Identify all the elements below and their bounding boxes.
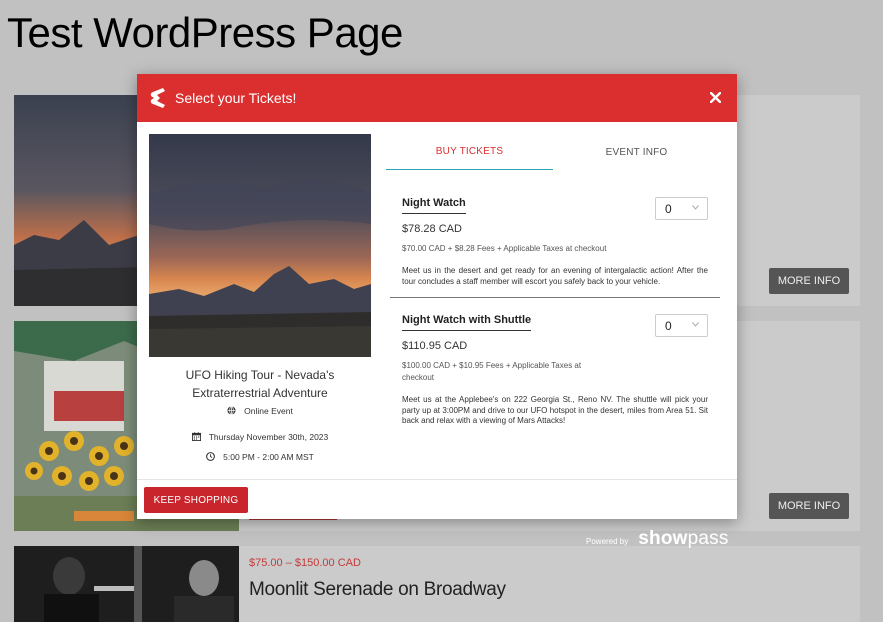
tab-event-info[interactable]: EVENT INFO <box>553 134 720 170</box>
ticket-fees: $100.00 CAD + $10.95 Fees + Applicable T… <box>402 361 582 382</box>
showpass-wordmark: showpass <box>638 528 728 550</box>
brand-thin: pass <box>687 528 729 549</box>
powered-by-showpass: Powered by showpass <box>586 528 729 550</box>
more-info-button[interactable]: MORE INFO <box>769 268 849 294</box>
ticket-name: Night Watch with Shuttle <box>402 314 532 331</box>
modal-header: Select your Tickets! <box>137 74 737 122</box>
ticket-modal: Select your Tickets! UFO Hiking Tour - N… <box>137 74 737 519</box>
more-info-button[interactable]: MORE INFO <box>769 493 849 519</box>
powered-by-label: Powered by <box>586 537 629 546</box>
ticket-fees: $70.00 CAD + $8.28 Fees + Applicable Tax… <box>402 244 607 253</box>
event-date-label: Thursday November 30th, 2023 <box>208 432 329 442</box>
calendar-icon <box>191 432 202 442</box>
brand-bold: show <box>638 528 688 549</box>
event-summary: UFO Hiking Tour - Nevada's Extraterrestr… <box>149 134 371 462</box>
event-time: 5:00 PM - 2:00 AM MST <box>149 452 371 462</box>
event-thumbnail[interactable] <box>14 546 239 622</box>
ticket-list: Night Watch $78.28 CAD $70.00 CAD + $8.2… <box>390 181 720 479</box>
event-location: Online Event <box>149 406 371 416</box>
event-time-label: 5:00 PM - 2:00 AM MST <box>223 452 314 462</box>
keep-shopping-button[interactable]: KEEP SHOPPING <box>144 487 248 513</box>
close-icon[interactable] <box>706 88 724 106</box>
event-date: Thursday November 30th, 2023 <box>149 432 371 442</box>
chevron-down-icon <box>692 203 699 212</box>
ticket-description: Meet us at the Applebee's on 222 Georgia… <box>402 395 708 425</box>
modal-title: Select your Tickets! <box>175 90 297 106</box>
event-name: UFO Hiking Tour - Nevada's Extraterrestr… <box>185 368 335 400</box>
quantity-value: 0 <box>665 318 672 333</box>
showpass-logo-icon <box>150 88 165 108</box>
ticket-item: Night Watch with Shuttle $110.95 CAD $10… <box>390 297 720 437</box>
modal-footer: KEEP SHOPPING <box>137 479 737 519</box>
tab-buy-tickets[interactable]: BUY TICKETS <box>386 134 553 170</box>
modal-tabs: BUY TICKETS EVENT INFO <box>386 134 720 170</box>
ticket-name: Night Watch <box>402 197 466 214</box>
globe-icon <box>227 406 237 416</box>
ticket-price: $78.28 CAD <box>402 223 462 235</box>
page-title: Test WordPress Page <box>7 9 403 56</box>
ticket-description: Meet us in the desert and get ready for … <box>402 266 708 286</box>
event-image <box>149 134 371 357</box>
event-title[interactable]: Moonlit Serenade on Broadway <box>249 579 506 601</box>
price-range: $75.00 – $150.00 CAD <box>249 557 361 569</box>
quantity-select[interactable]: 0 <box>655 314 708 337</box>
event-card: $75.00 – $150.00 CAD Moonlit Serenade on… <box>14 546 860 622</box>
ticket-item: Night Watch $78.28 CAD $70.00 CAD + $8.2… <box>390 181 720 297</box>
ticket-price: $110.95 CAD <box>402 340 468 352</box>
event-location-label: Online Event <box>244 406 293 416</box>
quantity-value: 0 <box>665 201 672 216</box>
quantity-select[interactable]: 0 <box>655 197 708 220</box>
chevron-down-icon <box>692 320 699 329</box>
clock-icon <box>206 452 216 462</box>
